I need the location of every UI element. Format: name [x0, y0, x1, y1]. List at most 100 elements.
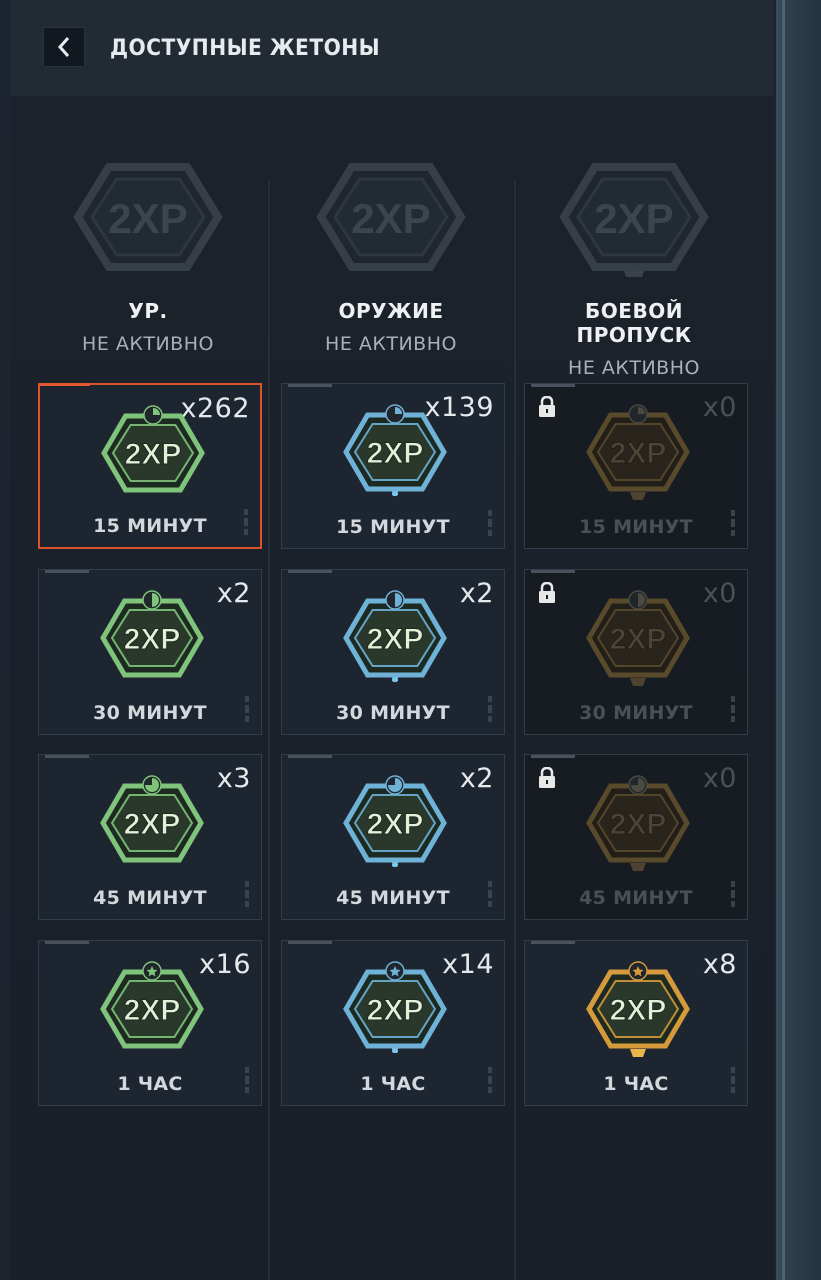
- token-card-weapon[interactable]: x14 2XP 1 ЧАС: [281, 940, 505, 1106]
- card-top-marker: [40, 383, 90, 386]
- level-xp-emblem-icon: 2XP: [73, 163, 223, 271]
- token-card-battlepass[interactable]: x0 2XP 30 МИНУТ: [524, 569, 748, 735]
- token-side-icon: [245, 696, 249, 722]
- svg-text:2XP: 2XP: [367, 808, 424, 841]
- category-status: НЕ АКТИВНО: [568, 357, 700, 379]
- column-divider: [268, 180, 270, 1280]
- battlepass-2xp-token-icon: 2XP: [586, 404, 690, 500]
- token-count: x0: [702, 763, 737, 794]
- token-duration: 45 МИНУТ: [336, 887, 450, 909]
- category-weapon: 2XP ОРУЖИЕ НЕ АКТИВНО: [281, 145, 501, 355]
- token-count: x8: [702, 949, 737, 980]
- token-side-icon: [245, 1067, 249, 1093]
- column-divider: [514, 180, 516, 1280]
- level-2xp-token-icon: 2XP: [100, 590, 204, 678]
- category-battlepass: 2XP БОЕВОЙ ПРОПУСК НЕ АКТИВНО: [524, 145, 744, 379]
- token-card-battlepass[interactable]: x0 2XP 15 МИНУТ: [524, 383, 748, 549]
- token-card-level[interactable]: x3 2XP 45 МИНУТ: [38, 754, 262, 920]
- svg-text:2XP: 2XP: [124, 808, 181, 841]
- token-count: x0: [702, 392, 737, 423]
- category-level: 2XP УР. НЕ АКТИВНО: [38, 145, 258, 355]
- category-name: БОЕВОЙ ПРОПУСК: [576, 299, 692, 347]
- token-duration: 45 МИНУТ: [579, 887, 693, 909]
- level-2xp-token-icon: 2XP: [100, 775, 204, 863]
- svg-text:2XP: 2XP: [351, 195, 430, 242]
- header-bar: ДОСТУПНЫЕ ЖЕТОНЫ: [10, 0, 774, 96]
- level-2xp-token-icon: 2XP: [100, 961, 204, 1049]
- token-count: x2: [216, 578, 251, 609]
- card-top-marker: [45, 755, 89, 758]
- battlepass-2xp-token-icon: 2XP: [586, 961, 690, 1057]
- token-duration: 30 МИНУТ: [336, 702, 450, 724]
- card-top-marker: [288, 755, 332, 758]
- token-duration: 1 ЧАС: [360, 1073, 426, 1095]
- category-status: НЕ АКТИВНО: [82, 333, 214, 355]
- card-top-marker: [288, 941, 332, 944]
- svg-text:2XP: 2XP: [610, 994, 667, 1027]
- token-duration: 45 МИНУТ: [93, 887, 207, 909]
- svg-text:2XP: 2XP: [367, 623, 424, 656]
- card-top-marker: [531, 384, 575, 387]
- svg-text:2XP: 2XP: [367, 437, 424, 470]
- svg-text:2XP: 2XP: [610, 437, 667, 470]
- token-duration: 1 ЧАС: [117, 1073, 183, 1095]
- card-top-marker: [45, 570, 89, 573]
- token-card-weapon[interactable]: x139 2XP 15 МИНУТ: [281, 383, 505, 549]
- card-top-marker: [45, 941, 89, 944]
- weapon-xp-emblem-icon: 2XP: [316, 163, 466, 271]
- token-card-level[interactable]: x2 2XP 30 МИНУТ: [38, 569, 262, 735]
- category-name: ОРУЖИЕ: [338, 299, 444, 323]
- token-count: x2: [459, 763, 494, 794]
- token-side-icon: [488, 881, 492, 907]
- token-card-battlepass[interactable]: x8 2XP 1 ЧАС: [524, 940, 748, 1106]
- token-count: x3: [216, 763, 251, 794]
- screen-edge: [776, 0, 821, 1280]
- token-duration: 15 МИНУТ: [93, 515, 207, 537]
- battlepass-xp-emblem-icon: 2XP: [559, 163, 709, 277]
- token-side-icon: [488, 1067, 492, 1093]
- card-top-marker: [288, 384, 332, 387]
- token-card-weapon[interactable]: x2 2XP 30 МИНУТ: [281, 569, 505, 735]
- card-top-marker: [531, 755, 575, 758]
- weapon-2xp-token-icon: 2XP: [343, 961, 447, 1053]
- token-duration: 30 МИНУТ: [579, 702, 693, 724]
- tokens-panel: ДОСТУПНЫЕ ЖЕТОНЫ 2XP УР. НЕ АКТИВНО 2XP …: [10, 0, 774, 1280]
- token-side-icon: [244, 509, 248, 535]
- token-card-level[interactable]: x16 2XP 1 ЧАС: [38, 940, 262, 1106]
- token-card-level[interactable]: x262 2XP 15 МИНУТ: [38, 383, 262, 549]
- card-top-marker: [531, 941, 575, 944]
- category-name: УР.: [128, 299, 168, 323]
- token-count: x0: [702, 578, 737, 609]
- svg-text:2XP: 2XP: [367, 994, 424, 1027]
- svg-text:2XP: 2XP: [124, 623, 181, 656]
- token-card-weapon[interactable]: x2 2XP 45 МИНУТ: [281, 754, 505, 920]
- battlepass-2xp-token-icon: 2XP: [586, 590, 690, 686]
- card-top-marker: [531, 570, 575, 573]
- chevron-left-icon: [57, 37, 70, 57]
- svg-text:2XP: 2XP: [594, 195, 673, 242]
- weapon-2xp-token-icon: 2XP: [343, 404, 447, 496]
- lock-icon: [539, 582, 555, 603]
- token-card-battlepass[interactable]: x0 2XP 45 МИНУТ: [524, 754, 748, 920]
- svg-text:2XP: 2XP: [124, 994, 181, 1027]
- svg-text:2XP: 2XP: [108, 195, 187, 242]
- token-side-icon: [731, 881, 735, 907]
- lock-icon: [539, 767, 555, 788]
- page-title: ДОСТУПНЫЕ ЖЕТОНЫ: [110, 36, 381, 61]
- weapon-2xp-token-icon: 2XP: [343, 590, 447, 682]
- svg-text:2XP: 2XP: [125, 438, 182, 471]
- token-side-icon: [731, 696, 735, 722]
- token-duration: 15 МИНУТ: [336, 516, 450, 538]
- token-side-icon: [731, 1067, 735, 1093]
- back-button[interactable]: [43, 27, 85, 67]
- token-count: x2: [459, 578, 494, 609]
- lock-icon: [539, 396, 555, 417]
- token-side-icon: [731, 510, 735, 536]
- level-2xp-token-icon: 2XP: [101, 405, 205, 493]
- svg-text:2XP: 2XP: [610, 623, 667, 656]
- token-duration: 15 МИНУТ: [579, 516, 693, 538]
- weapon-2xp-token-icon: 2XP: [343, 775, 447, 867]
- token-side-icon: [488, 696, 492, 722]
- token-side-icon: [488, 510, 492, 536]
- svg-text:2XP: 2XP: [610, 808, 667, 841]
